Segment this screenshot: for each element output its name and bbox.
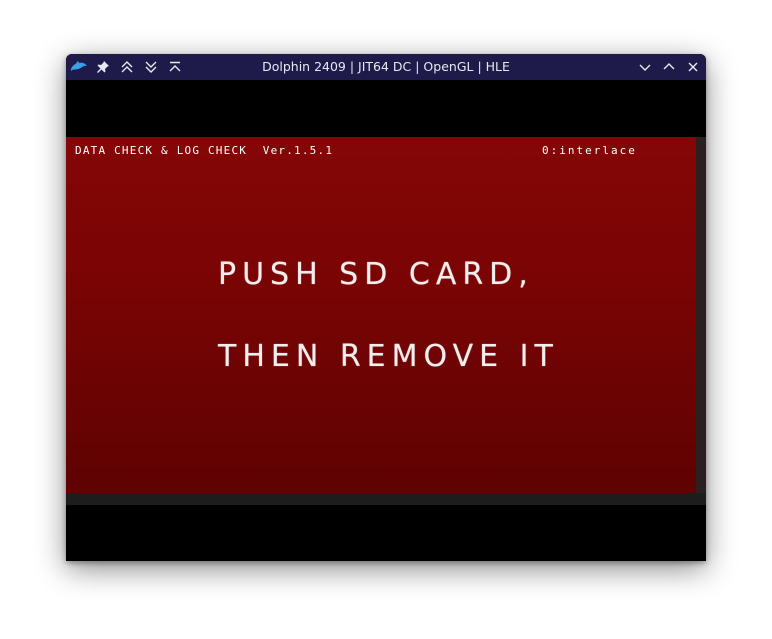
title-bar-left-controls bbox=[70, 54, 184, 80]
pin-icon[interactable] bbox=[94, 58, 112, 76]
title-bar-right-controls bbox=[636, 54, 702, 80]
letterbox-bottom bbox=[66, 505, 706, 561]
game-screen[interactable]: DATA CHECK & LOG CHECK Ver.1.5.1 0:inter… bbox=[66, 137, 696, 493]
title-bar[interactable]: Dolphin 2409 | JIT64 DC | OpenGL | HLE bbox=[66, 54, 706, 80]
collapse-top-icon[interactable] bbox=[166, 58, 184, 76]
message-line-2: THEN REMOVE IT bbox=[218, 339, 559, 374]
screen-bottom-border bbox=[66, 493, 706, 505]
header-left-text: DATA CHECK & LOG CHECK Ver.1.5.1 bbox=[75, 144, 334, 157]
minimize-icon[interactable] bbox=[636, 58, 654, 76]
screen-right-border bbox=[696, 137, 706, 493]
letterbox-top bbox=[66, 80, 706, 137]
emulator-window: Dolphin 2409 | JIT64 DC | OpenGL | HLE D… bbox=[66, 54, 706, 561]
chevron-double-down-icon[interactable] bbox=[142, 58, 160, 76]
maximize-icon[interactable] bbox=[660, 58, 678, 76]
dolphin-logo-icon[interactable] bbox=[70, 58, 88, 76]
message-line-1: PUSH SD CARD, bbox=[218, 257, 534, 292]
chevron-double-up-icon[interactable] bbox=[118, 58, 136, 76]
close-icon[interactable] bbox=[684, 58, 702, 76]
header-right-text: 0:interlace bbox=[542, 144, 637, 157]
